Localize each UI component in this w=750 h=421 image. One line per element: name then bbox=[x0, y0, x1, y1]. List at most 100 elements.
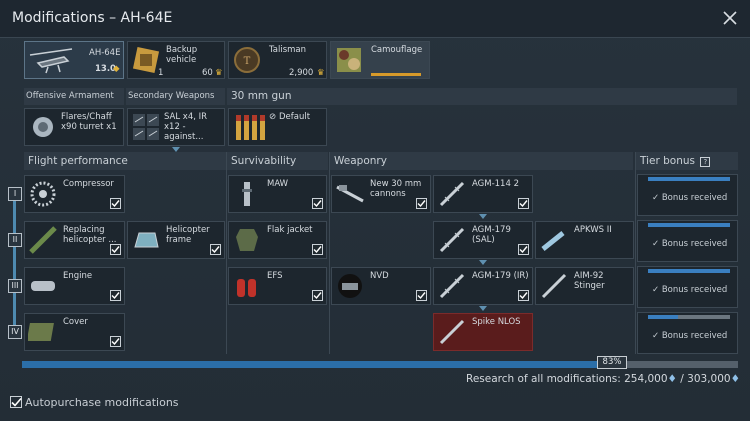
tier-bonus-1: ✓ Bonus received bbox=[637, 174, 738, 216]
svg-text:T: T bbox=[244, 56, 251, 67]
mod-label: AIM-92 Stinger bbox=[574, 271, 605, 291]
checkbox[interactable] bbox=[312, 290, 323, 301]
help-icon[interactable]: ? bbox=[700, 157, 711, 167]
mod-agm-179-sal[interactable]: AGM-179 (SAL) bbox=[433, 221, 533, 259]
research-progress-fill bbox=[22, 361, 617, 368]
tier-marker: II bbox=[8, 233, 22, 247]
column-divider bbox=[329, 152, 330, 354]
mod-helicopter-frame[interactable]: Helicopter frame bbox=[127, 221, 225, 259]
extinguisher-icon bbox=[232, 271, 262, 301]
backup-label: Backup vehicle bbox=[166, 45, 198, 65]
mod-label: MAW bbox=[267, 179, 289, 189]
research-summary: Research of all modifications: 254,000♦ … bbox=[466, 373, 740, 385]
bonus-text: ✓ Bonus received bbox=[652, 193, 728, 203]
mod-efs[interactable]: EFS bbox=[228, 267, 327, 305]
title-bar: Modifications – AH-64E bbox=[0, 0, 750, 38]
mod-flak-jacket[interactable]: Flak jacket bbox=[228, 221, 327, 259]
checkbox[interactable] bbox=[110, 244, 121, 255]
camouflage-icon bbox=[334, 45, 364, 75]
mod-label: NVD bbox=[370, 271, 389, 281]
mod-new-30mm-cannons[interactable]: New 30 mm cannons bbox=[331, 175, 431, 213]
mod-maw[interactable]: MAW bbox=[228, 175, 327, 213]
mod-agm-114[interactable]: AGM-114 2 bbox=[433, 175, 533, 213]
checkbox[interactable] bbox=[110, 198, 121, 209]
mod-label: Engine bbox=[63, 271, 93, 281]
vehicle-name: AH-64E bbox=[89, 48, 121, 58]
mod-label: EFS bbox=[267, 271, 283, 281]
mod-apkws-ii[interactable]: APKWS II bbox=[535, 221, 634, 259]
tab-offensive-armament[interactable]: Offensive Armament bbox=[24, 88, 124, 105]
checkbox[interactable] bbox=[518, 244, 529, 255]
mod-label: APKWS II bbox=[574, 225, 612, 235]
checkbox[interactable] bbox=[312, 198, 323, 209]
sal-ir-label: SAL x4, IR x12 - against... bbox=[164, 112, 208, 142]
autopurchase-toggle[interactable]: Autopurchase modifications bbox=[10, 396, 179, 409]
col-flight-performance: Flight performance bbox=[24, 152, 226, 170]
mod-replacing-helicopter[interactable]: Replacing helicopter ... bbox=[24, 221, 125, 259]
checkbox[interactable] bbox=[518, 290, 529, 301]
br-icon: ◆ bbox=[113, 64, 120, 74]
mod-agm-179-ir[interactable]: AGM-179 (IR) bbox=[433, 267, 533, 305]
checkbox[interactable] bbox=[312, 244, 323, 255]
mod-cover[interactable]: Cover bbox=[24, 313, 125, 351]
checkbox[interactable] bbox=[518, 198, 529, 209]
autopurchase-checkbox[interactable] bbox=[10, 396, 22, 408]
bonus-label: Bonus received bbox=[661, 331, 728, 341]
mod-nvd[interactable]: NVD bbox=[331, 267, 431, 305]
mod-aim-92-stinger[interactable]: AIM-92 Stinger bbox=[535, 267, 634, 305]
missile-icon bbox=[437, 225, 467, 255]
missile-icon bbox=[539, 271, 569, 301]
window-title: Modifications – AH-64E bbox=[12, 10, 173, 26]
backup-vehicle-card[interactable]: Backup vehicle 1 60 ♛ bbox=[127, 41, 225, 79]
tier-track bbox=[13, 196, 16, 326]
talisman-icon: T bbox=[232, 45, 262, 75]
flares-card[interactable]: Flares/Chaff x90 turret x1 bbox=[24, 108, 124, 146]
camouflage-card[interactable]: Camouflage bbox=[330, 41, 430, 79]
mod-engine[interactable]: Engine bbox=[24, 267, 125, 305]
close-icon[interactable] bbox=[722, 10, 738, 26]
backup-count: 1 bbox=[158, 68, 164, 78]
checkbox[interactable] bbox=[416, 290, 427, 301]
tier-bonus-2: ✓ Bonus received bbox=[637, 220, 738, 262]
checkbox[interactable] bbox=[416, 198, 427, 209]
default-label: Default bbox=[279, 112, 311, 122]
mod-label: Helicopter frame bbox=[166, 225, 210, 245]
col-tier-bonus: Tier bonus ? bbox=[636, 152, 738, 170]
mod-label: Flak jacket bbox=[267, 225, 313, 235]
ammo-icon bbox=[232, 112, 268, 142]
mod-label: New 30 mm cannons bbox=[370, 179, 422, 199]
rocket-icon bbox=[539, 225, 569, 255]
missile-icon bbox=[437, 179, 467, 209]
tab-secondary-weapons[interactable]: Secondary Weapons bbox=[126, 88, 225, 105]
bonus-text: ✓ Bonus received bbox=[652, 331, 728, 341]
sal-ir-card[interactable]: SAL x4, IR x12 - against... bbox=[127, 108, 225, 146]
mod-spike-nlos[interactable]: Spike NLOS bbox=[433, 313, 533, 351]
checkbox[interactable] bbox=[110, 336, 121, 347]
research-total: / 303,000 bbox=[676, 373, 731, 385]
tier-marker: I bbox=[8, 187, 22, 201]
mod-label: Cover bbox=[63, 317, 88, 327]
rp-icon: ♦ bbox=[730, 373, 740, 385]
bonus-label: Bonus received bbox=[661, 239, 728, 249]
checkbox[interactable] bbox=[110, 290, 121, 301]
talisman-label: Talisman bbox=[269, 45, 307, 55]
col-weaponry: Weaponry bbox=[330, 152, 633, 170]
flak-jacket-icon bbox=[232, 225, 262, 255]
vehicle-card[interactable]: AH-64E 13.0 ◆ bbox=[24, 41, 124, 79]
helicopter-icon bbox=[28, 45, 76, 75]
modifications-window: Modifications – AH-64E AH-64E 13.0 ◆ Bac… bbox=[0, 0, 750, 421]
col-label: Weaponry bbox=[334, 155, 387, 167]
engine-icon bbox=[28, 271, 58, 301]
checkbox[interactable] bbox=[210, 244, 221, 255]
maw-icon bbox=[232, 179, 262, 209]
tab-label: Offensive Armament bbox=[26, 91, 114, 101]
mod-label: Replacing helicopter ... bbox=[63, 225, 117, 245]
cannon-icon bbox=[335, 179, 365, 209]
col-label: Flight performance bbox=[28, 155, 128, 167]
talisman-card[interactable]: T Talisman 2,900 ♛ bbox=[228, 41, 327, 79]
tab-30mm-gun[interactable]: 30 mm gun bbox=[227, 88, 737, 105]
mod-compressor[interactable]: Compressor bbox=[24, 175, 125, 213]
tier-marker: III bbox=[8, 279, 22, 293]
rotor-icon bbox=[28, 225, 58, 255]
default-ammo-card[interactable]: ⊘ Default bbox=[228, 108, 327, 146]
